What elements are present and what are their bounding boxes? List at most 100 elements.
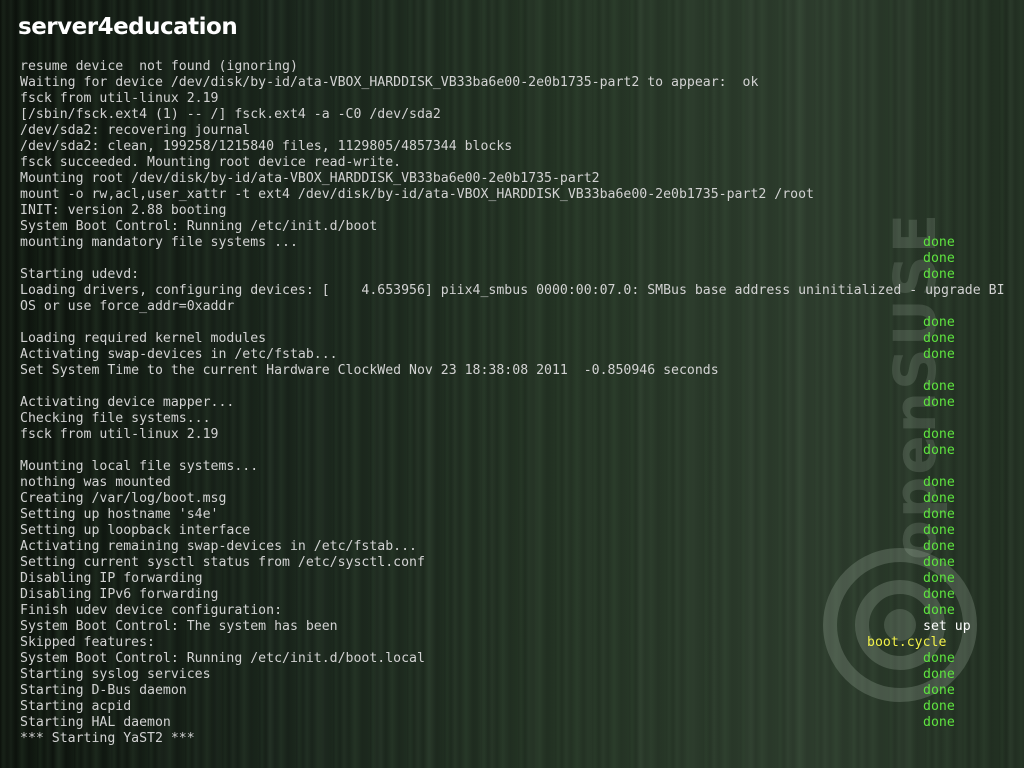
console-line-text: Checking file systems... <box>20 411 211 426</box>
console-line-text: nothing was mounted <box>20 475 171 490</box>
console-line-text: Disabling IPv6 forwarding <box>20 587 219 602</box>
console-status-done: done <box>923 603 955 618</box>
console-line-text: Skipped features: <box>20 635 155 650</box>
console-line: Skipped features: boot.cycle <box>20 635 1020 651</box>
console-line: System Boot Control: Running /etc/init.d… <box>20 219 1020 235</box>
console-status-done: done <box>923 555 955 570</box>
console-line-text: Mounting root /dev/disk/by-id/ata-VBOX_H… <box>20 171 600 186</box>
console-status-done: done <box>923 315 955 330</box>
console-line-text: Activating swap-devices in /etc/fstab... <box>20 347 338 362</box>
console-status-done: done <box>923 331 955 346</box>
console-line: *** Starting YaST2 *** <box>20 731 1020 747</box>
console-status-done: done <box>923 523 955 538</box>
console-line-text: [/sbin/fsck.ext4 (1) -- /] fsck.ext4 -a … <box>20 107 441 122</box>
console-status-done: done <box>923 651 955 666</box>
console-line: System Boot Control: Running /etc/init.d… <box>20 651 1020 667</box>
console-line-text: Setting current sysctl status from /etc/… <box>20 555 425 570</box>
console-line-text: /dev/sda2: clean, 199258/1215840 files, … <box>20 139 513 154</box>
console-line: fsck from util-linux 2.19 <box>20 91 1020 107</box>
console-line: OS or use force_addr=0xaddr <box>20 299 1020 315</box>
console-line-text: resume device not found (ignoring) <box>20 59 298 74</box>
console-status-done: done <box>923 347 955 362</box>
console-status-done: done <box>923 235 955 250</box>
console-line: Mounting local file systems... <box>20 459 1020 475</box>
console-status-done: done <box>923 507 955 522</box>
console-line: nothing was mounted done <box>20 475 1020 491</box>
console-line: mount -o rw,acl,user_xattr -t ext4 /dev/… <box>20 187 1020 203</box>
console-line: mounting mandatory file systems ... done <box>20 235 1020 251</box>
console-line: Loading required kernel modules done <box>20 331 1020 347</box>
console-line: Starting HAL daemon done <box>20 715 1020 731</box>
console-status-setup: set up <box>923 619 971 634</box>
console-line: resume device not found (ignoring) <box>20 59 1020 75</box>
console-status-done: done <box>923 715 955 730</box>
console-status-done: done <box>923 539 955 554</box>
console-status-done: done <box>923 267 955 282</box>
console-line: Creating /var/log/boot.msg done <box>20 491 1020 507</box>
console-line-text: Disabling IP forwarding <box>20 571 203 586</box>
console-line-text: *** Starting YaST2 *** <box>20 731 195 746</box>
console-line-text: OS or use force_addr=0xaddr <box>20 299 235 314</box>
console-line: fsck succeeded. Mounting root device rea… <box>20 155 1020 171</box>
console-line-text: System Boot Control: The system has been <box>20 619 338 634</box>
console-line-text: Set System Time to the current Hardware … <box>20 363 719 378</box>
boot-console-output: resume device not found (ignoring) Waitin… <box>20 59 1020 763</box>
console-line-text: mounting mandatory file systems ... <box>20 235 298 250</box>
console-line: Loading drivers, configuring devices: [ … <box>20 283 1020 299</box>
console-line-text: Starting udevd: <box>20 267 140 282</box>
console-status-boot: boot.cycle <box>867 635 947 650</box>
console-status-done: done <box>923 475 955 490</box>
console-line-text: Setting up loopback interface <box>20 523 251 538</box>
console-line-text: /dev/sda2: recovering journal <box>20 123 251 138</box>
console-status-done: done <box>923 667 955 682</box>
console-line: Setting up loopback interface done <box>20 523 1020 539</box>
console-status-done: done <box>923 251 955 266</box>
console-line-text: Setting up hostname 's4e' <box>20 507 219 522</box>
console-line-text: Creating /var/log/boot.msg <box>20 491 227 506</box>
console-line-text: Mounting local file systems... <box>20 459 259 474</box>
console-line: done <box>20 315 1020 331</box>
console-line-text: INIT: version 2.88 booting <box>20 203 227 218</box>
console-status-done: done <box>923 571 955 586</box>
console-line-text: Loading required kernel modules <box>20 331 267 346</box>
console-line: done <box>20 379 1020 395</box>
console-line: Setting current sysctl status from /etc/… <box>20 555 1020 571</box>
console-line: Mounting root /dev/disk/by-id/ata-VBOX_H… <box>20 171 1020 187</box>
console-line-text: Starting D-Bus daemon <box>20 683 187 698</box>
console-line-text: fsck from util-linux 2.19 <box>20 91 219 106</box>
console-line: Activating remaining swap-devices in /et… <box>20 539 1020 555</box>
console-line: Starting D-Bus daemon done <box>20 683 1020 699</box>
console-line: done <box>20 251 1020 267</box>
console-line: INIT: version 2.88 booting <box>20 203 1020 219</box>
console-line-text: Starting HAL daemon <box>20 715 171 730</box>
console-status-done: done <box>923 699 955 714</box>
console-line-text: Starting syslog services <box>20 667 211 682</box>
console-line-text: System Boot Control: Running /etc/init.d… <box>20 219 378 234</box>
console-status-done: done <box>923 427 955 442</box>
console-line-text: Activating remaining swap-devices in /et… <box>20 539 417 554</box>
console-line: /dev/sda2: clean, 199258/1215840 files, … <box>20 139 1020 155</box>
console-line: Starting syslog services done <box>20 667 1020 683</box>
console-line: Disabling IP forwarding done <box>20 571 1020 587</box>
console-line: Starting udevd: done <box>20 267 1020 283</box>
console-status-done: done <box>923 587 955 602</box>
console-status-done: done <box>923 683 955 698</box>
console-line: Checking file systems... <box>20 411 1020 427</box>
console-line-text: Starting acpid <box>20 699 132 714</box>
console-status-done: done <box>923 443 955 458</box>
console-line-text: System Boot Control: Running /etc/init.d… <box>20 651 425 666</box>
console-line-text: Finish udev device configuration: <box>20 603 283 618</box>
console-line: Starting acpid done <box>20 699 1020 715</box>
console-status-done: done <box>923 379 955 394</box>
console-line-text: Activating device mapper... <box>20 395 235 410</box>
console-line-text: mount -o rw,acl,user_xattr -t ext4 /dev/… <box>20 187 814 202</box>
console-line: Set System Time to the current Hardware … <box>20 363 1020 379</box>
console-line: /dev/sda2: recovering journal <box>20 123 1020 139</box>
console-line: Activating swap-devices in /etc/fstab...… <box>20 347 1020 363</box>
brand-title: server4education <box>18 14 238 40</box>
console-status-done: done <box>923 395 955 410</box>
console-line-text: Loading drivers, configuring devices: [ … <box>20 283 1005 298</box>
console-line: [/sbin/fsck.ext4 (1) -- /] fsck.ext4 -a … <box>20 107 1020 123</box>
console-line: Setting up hostname 's4e' done <box>20 507 1020 523</box>
console-line: Waiting for device /dev/disk/by-id/ata-V… <box>20 75 1020 91</box>
